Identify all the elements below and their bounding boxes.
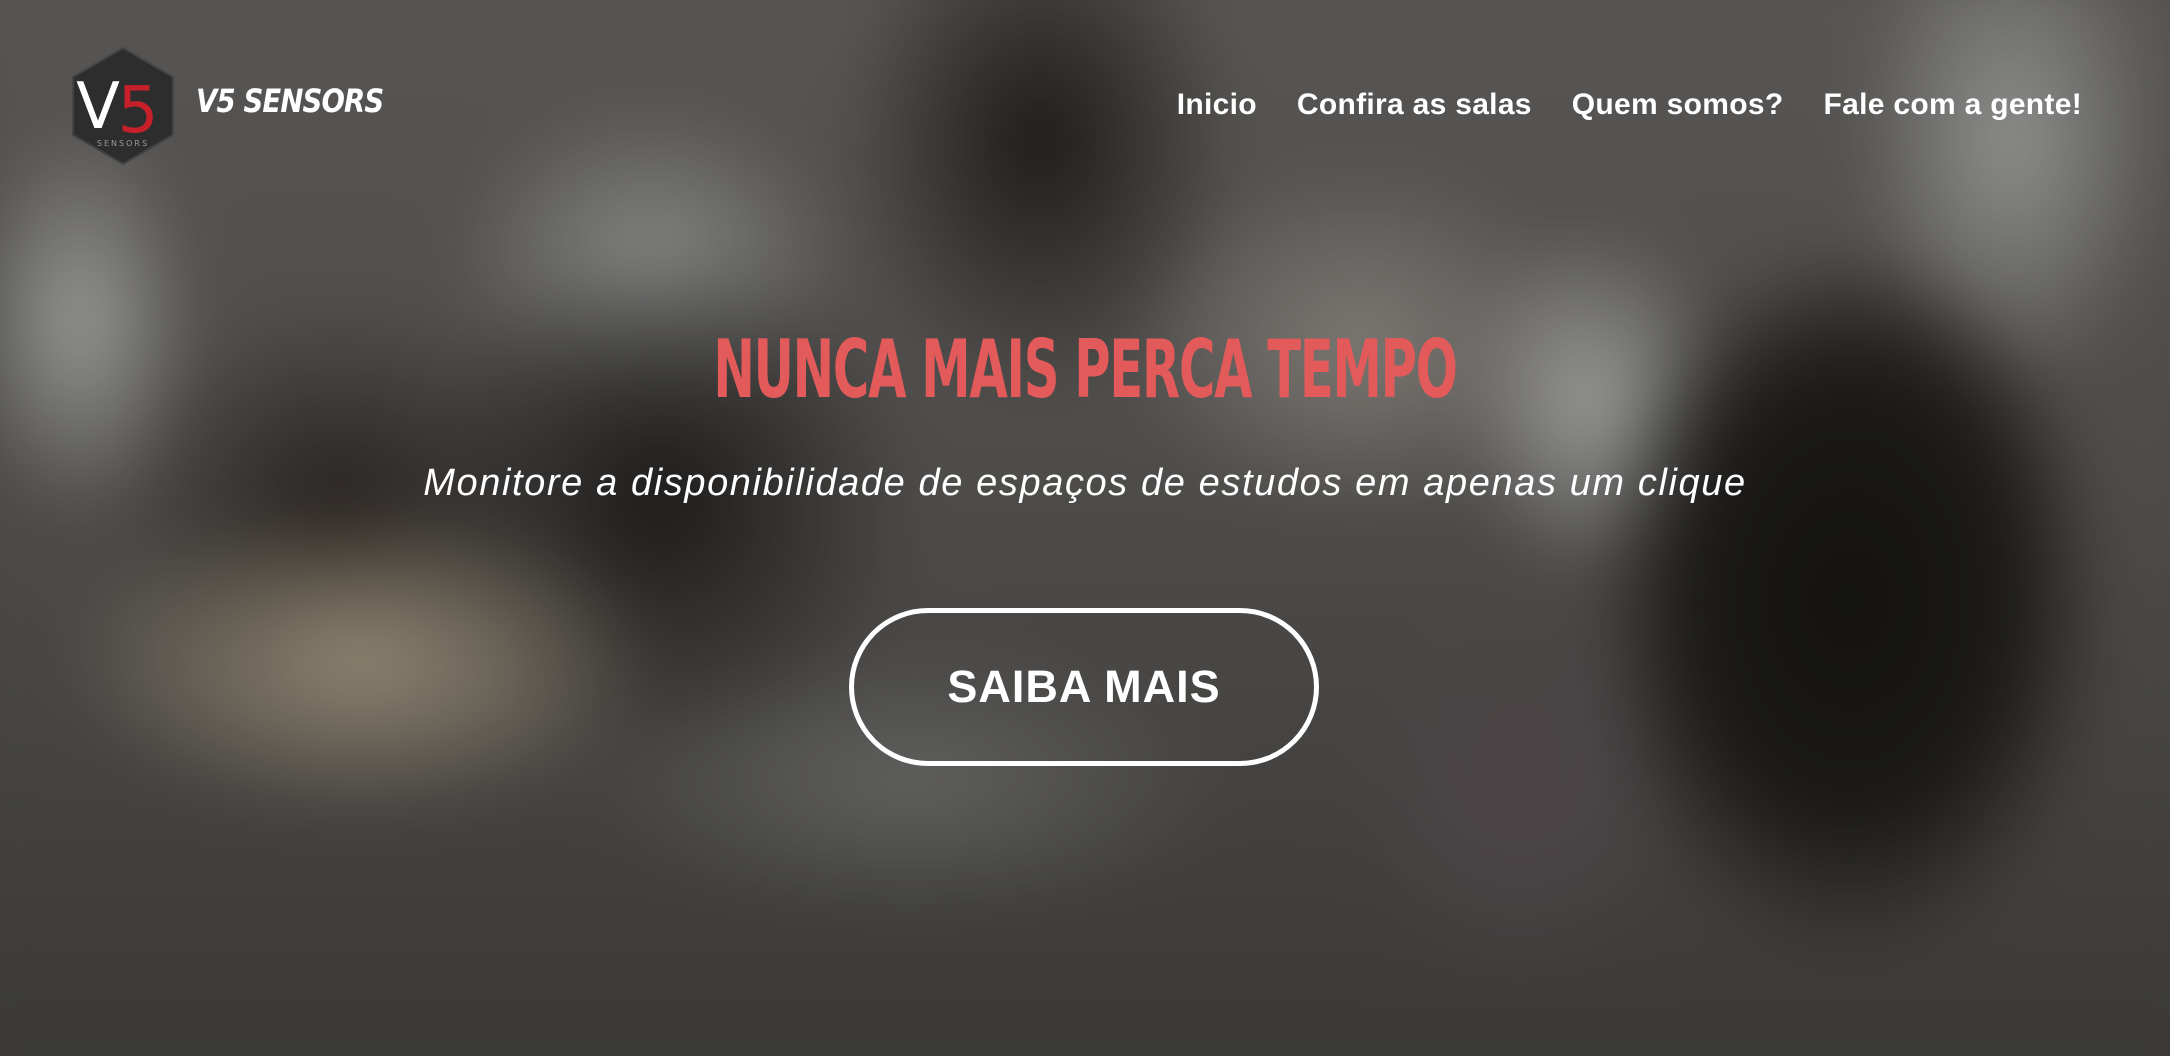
nav-link-inicio[interactable]: Inicio bbox=[1177, 88, 1257, 122]
site-header: V 5 SENSORS V5 SENSORS Inicio Confira as… bbox=[0, 0, 2170, 210]
logo-mark-5: 5 bbox=[118, 74, 159, 148]
hero-subtitle: Monitore a disponibilidade de espaços de… bbox=[423, 462, 1747, 504]
brand-name[interactable]: V5 SENSORS bbox=[196, 82, 384, 120]
nav-link-confira-as-salas[interactable]: Confira as salas bbox=[1297, 88, 1532, 122]
v5-hexagon-logo-icon: V 5 SENSORS bbox=[72, 46, 174, 166]
nav-link-quem-somos[interactable]: Quem somos? bbox=[1572, 88, 1784, 122]
logo-sub-text: SENSORS bbox=[97, 139, 149, 148]
saiba-mais-button[interactable]: SAIBA MAIS bbox=[849, 608, 1319, 766]
hero-section: V 5 SENSORS V5 SENSORS Inicio Confira as… bbox=[0, 0, 2170, 1056]
logo[interactable]: V 5 SENSORS bbox=[70, 46, 176, 166]
hero-headline: NUNCA MAIS PERCA TEMPO bbox=[713, 323, 1458, 416]
main-nav: Inicio Confira as salas Quem somos? Fale… bbox=[1177, 88, 2082, 122]
logo-mark-v: V bbox=[76, 70, 120, 144]
nav-link-fale-com-a-gente[interactable]: Fale com a gente! bbox=[1823, 88, 2082, 122]
